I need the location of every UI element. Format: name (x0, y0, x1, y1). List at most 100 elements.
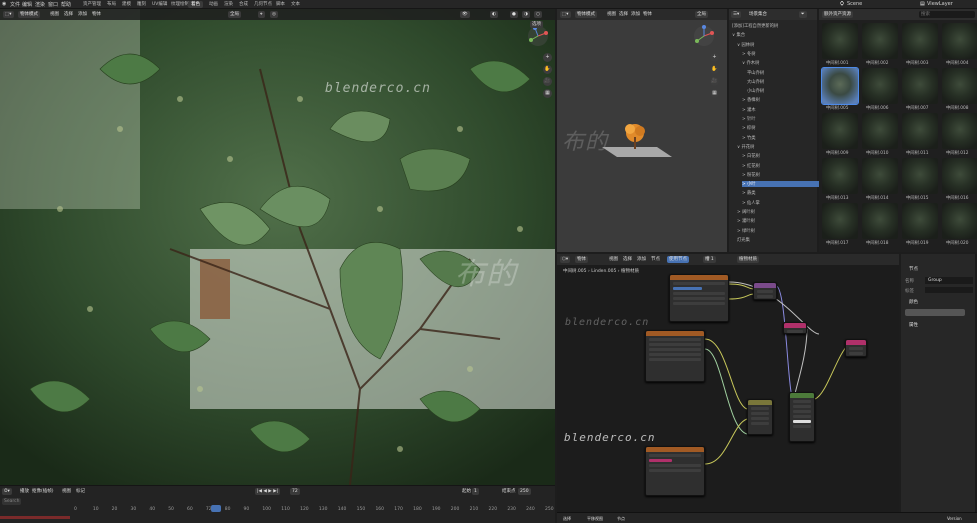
node-math[interactable] (783, 322, 807, 334)
asset-thumbnail[interactable] (902, 158, 938, 194)
tab-modeling[interactable]: 建模 (119, 1, 134, 8)
outliner-item[interactable]: > 香樟树 (742, 97, 760, 103)
timeline-menu-marker[interactable]: 标记 (74, 488, 87, 495)
asset-thumbnail[interactable] (862, 203, 898, 239)
current-frame-field[interactable]: 72 (290, 488, 300, 495)
outliner-item[interactable]: > 阔叶树 (737, 209, 755, 215)
shading-render-icon[interactable]: ○ (534, 11, 542, 18)
outliner-item[interactable]: > 竹类 (742, 135, 756, 141)
outliner-item[interactable]: 大山乔树 (747, 79, 764, 85)
grid-icon[interactable]: ▦ (543, 89, 552, 98)
menu-window[interactable]: 窗口 (48, 1, 58, 8)
node-mix[interactable] (747, 399, 773, 435)
outliner-item[interactable]: [添加]工程自然更新的树 (732, 23, 778, 29)
asset-thumbnail[interactable] (822, 23, 858, 59)
menu-add[interactable]: 添加 (76, 11, 89, 18)
tab-animation[interactable]: 动画 (206, 1, 221, 8)
menu-file[interactable]: 文件 (10, 1, 20, 8)
color-toggle[interactable]: 颜色 (909, 299, 918, 305)
outliner-item[interactable]: 平山乔树 (747, 70, 764, 76)
mode-selector[interactable]: 物体模式 (575, 11, 597, 18)
asset-thumbnail[interactable] (942, 203, 977, 239)
tab-assets[interactable]: 资产管理 (80, 1, 104, 8)
overlay-icon[interactable]: ◐ (490, 11, 498, 18)
asset-search[interactable]: 搜索 (919, 11, 975, 18)
timeline-search[interactable]: Search (2, 498, 22, 505)
visibility-icon[interactable]: 👁 (460, 11, 470, 18)
scene-icon[interactable]: ⛭ (840, 1, 844, 7)
tab-compositing[interactable]: 合成 (236, 1, 251, 8)
outliner-item[interactable]: > 灌木 (742, 107, 756, 113)
asset-thumbnail[interactable] (942, 113, 977, 149)
start-frame-field[interactable]: 1 (472, 488, 479, 495)
outliner-item[interactable]: > 针叶 (742, 116, 756, 122)
zoom-icon[interactable]: + (710, 53, 719, 62)
color-swatch[interactable] (905, 309, 965, 316)
menu-help[interactable]: 帮助 (61, 1, 71, 8)
asset-thumbnail[interactable] (862, 68, 898, 104)
asset-thumbnail[interactable] (822, 158, 858, 194)
asset-thumbnail[interactable] (822, 113, 858, 149)
mode-selector[interactable]: 物体模式 (18, 11, 40, 18)
navigation-gizmo[interactable] (693, 25, 715, 47)
orientation-selector[interactable]: 全局 (228, 11, 241, 18)
tab-layout[interactable]: 布局 (104, 1, 119, 8)
asset-thumbnail[interactable] (862, 158, 898, 194)
blender-logo-icon[interactable]: ◉ (2, 1, 6, 7)
outliner-item[interactable]: > 冬树 (742, 51, 756, 57)
asset-thumbnail[interactable] (942, 23, 977, 59)
tab-shading[interactable]: 着色 (188, 1, 203, 8)
grid-icon[interactable]: ▦ (710, 89, 719, 98)
node-image-texture-3[interactable] (645, 446, 705, 496)
asset-thumbnail[interactable] (902, 113, 938, 149)
camera-icon[interactable]: 🎥 (710, 77, 719, 86)
outliner-item[interactable]: > 蕨类 (742, 190, 756, 196)
menu-edit[interactable]: 编辑 (22, 1, 32, 8)
outliner-item[interactable]: 灯光集 (737, 237, 750, 243)
node-output[interactable] (845, 339, 867, 357)
asset-thumbnail[interactable] (902, 203, 938, 239)
menu-object[interactable]: 物体 (641, 11, 654, 18)
playhead[interactable] (211, 505, 221, 512)
shading-solid-icon[interactable]: ● (510, 11, 518, 18)
menu-render[interactable]: 渲染 (35, 1, 45, 8)
outliner-item[interactable]: > 白花树 (742, 153, 760, 159)
outliner-item[interactable]: ∨ 集合 (732, 32, 745, 38)
navigation-gizmo[interactable] (527, 25, 549, 47)
asset-thumbnail[interactable] (942, 158, 977, 194)
timeline-editor-icon[interactable]: ⏱▾ (2, 488, 12, 495)
editor-type-icon[interactable]: ⬚▾ (3, 11, 14, 18)
asset-thumbnail[interactable] (821, 67, 859, 105)
outliner-item[interactable]: > 粉花树 (742, 172, 760, 178)
asset-thumbnail[interactable] (822, 203, 858, 239)
outliner-item[interactable]: > 灌叶树 (737, 218, 755, 224)
menu-object[interactable]: 物体 (90, 11, 103, 18)
label-field[interactable] (925, 287, 973, 293)
orientation-selector[interactable]: 全局 (695, 11, 708, 18)
node-normal-map[interactable] (753, 282, 777, 300)
outliner-item[interactable]: > 红花树 (742, 163, 760, 169)
editor-type-icon[interactable]: ⬚▾ (560, 11, 571, 18)
properties-section[interactable]: 属性 (909, 322, 918, 328)
asset-thumbnail[interactable] (942, 68, 977, 104)
asset-thumbnail[interactable] (862, 113, 898, 149)
shader-node-editor[interactable]: ⬡▾ 物体 视图 选择 添加 节点 使用节点 槽 1 植物材质 中间树.005 … (557, 254, 899, 512)
outliner-item[interactable]: ∨ 园林树 (737, 42, 754, 48)
snap-icon[interactable]: ⌖ (258, 11, 265, 18)
scene-selector[interactable]: Scene (847, 1, 862, 7)
asset-thumbnail[interactable] (902, 68, 938, 104)
library-selector[interactable]: 额外资产资源 (822, 11, 853, 18)
tab-scripting[interactable]: 脚本 (273, 1, 288, 8)
outliner-editor-icon[interactable]: ☰▾ (731, 11, 742, 18)
view-layer-selector[interactable]: ViewLayer (927, 1, 953, 7)
asset-thumbnail[interactable] (862, 23, 898, 59)
node-image-texture-1[interactable] (669, 274, 729, 322)
outliner-item[interactable]: > 小叶 (742, 181, 824, 188)
outliner-item[interactable]: ∨ 乔木树 (742, 60, 759, 66)
proportional-edit-icon[interactable]: ◎ (270, 11, 278, 18)
menu-view[interactable]: 视图 (48, 11, 61, 18)
view-layer-icon[interactable]: ▤ (920, 1, 925, 7)
panel-node-header[interactable]: 节点 (909, 266, 918, 272)
secondary-3d-viewport[interactable]: ⬚▾ 物体模式 视图 选择 添加 物体 全局 布的 + ✋ 🎥 ▦ (557, 9, 727, 252)
timeline-menu-view[interactable]: 视图 (60, 488, 73, 495)
